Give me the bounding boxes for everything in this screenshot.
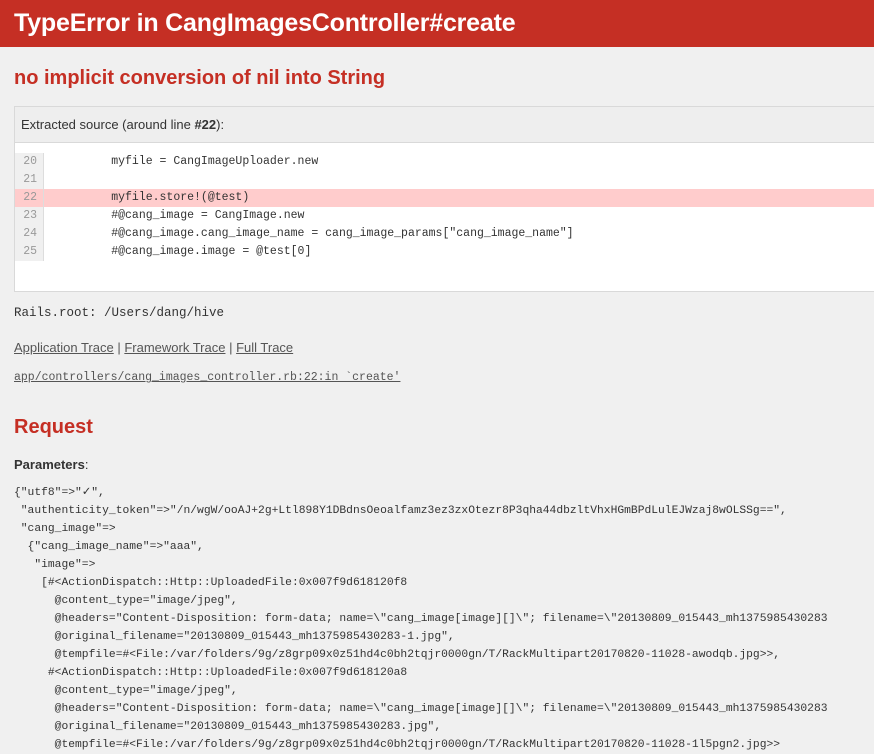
line-number: 25 (23, 245, 37, 258)
parameters-dump: {"utf8"=>"✓", "authenticity_token"=>"/n/… (14, 487, 828, 751)
parameters-label-text: Parameters (14, 457, 85, 472)
trace-separator: | (225, 340, 237, 355)
extracted-source-panel: Extracted source (around line #22): 20 2… (14, 106, 874, 292)
code-lines: myfile = CangImageUploader.new myfile.st… (44, 153, 874, 261)
source-info-suffix: ): (216, 117, 225, 132)
page-title: TypeError in CangImagesController#create (14, 9, 516, 37)
trace-file-link[interactable]: app/controllers/cang_images_controller.r… (14, 371, 400, 384)
code-line: #@cang_image.image = @test[0] (56, 245, 312, 258)
line-number-highlighted: 22 (15, 189, 43, 207)
source-info-prefix: Extracted source (around line (21, 117, 195, 132)
parameters-label: Parameters: (14, 457, 860, 472)
line-number-gutter: 20 21 22 23 24 25 (15, 153, 44, 261)
trace-separator: | (113, 340, 125, 355)
full-trace-link[interactable]: Full Trace (236, 340, 293, 355)
framework-trace-link[interactable]: Framework Trace (124, 340, 225, 355)
source-info-line: #22 (194, 117, 217, 132)
source-info: Extracted source (around line #22): (15, 107, 874, 143)
error-message: no implicit conversion of nil into Strin… (14, 67, 386, 89)
line-number: 24 (23, 227, 37, 240)
parameters-label-colon: : (84, 457, 89, 472)
application-trace-link[interactable]: Application Trace (14, 340, 114, 355)
error-header: TypeError in CangImagesController#create (0, 0, 874, 47)
code-line: myfile = CangImageUploader.new (56, 155, 319, 168)
code-line-highlighted: myfile.store!(@test) (44, 189, 874, 207)
rails-root: Rails.root: /Users/dang/hive (14, 306, 225, 320)
code-line: #@cang_image = CangImage.new (56, 209, 305, 222)
code-line: #@cang_image.cang_image_name = cang_imag… (56, 227, 574, 240)
trace-links: Application Trace | Framework Trace | Fu… (14, 340, 860, 355)
line-number: 20 (23, 155, 37, 168)
main-content: no implicit conversion of nil into Strin… (0, 67, 874, 754)
trace-file: app/controllers/cang_images_controller.r… (14, 371, 860, 384)
line-number: 21 (23, 173, 37, 186)
source-code: 20 21 22 23 24 25 myfile = CangImageUplo… (15, 143, 874, 291)
request-heading: Request (14, 416, 93, 438)
line-number: 23 (23, 209, 37, 222)
